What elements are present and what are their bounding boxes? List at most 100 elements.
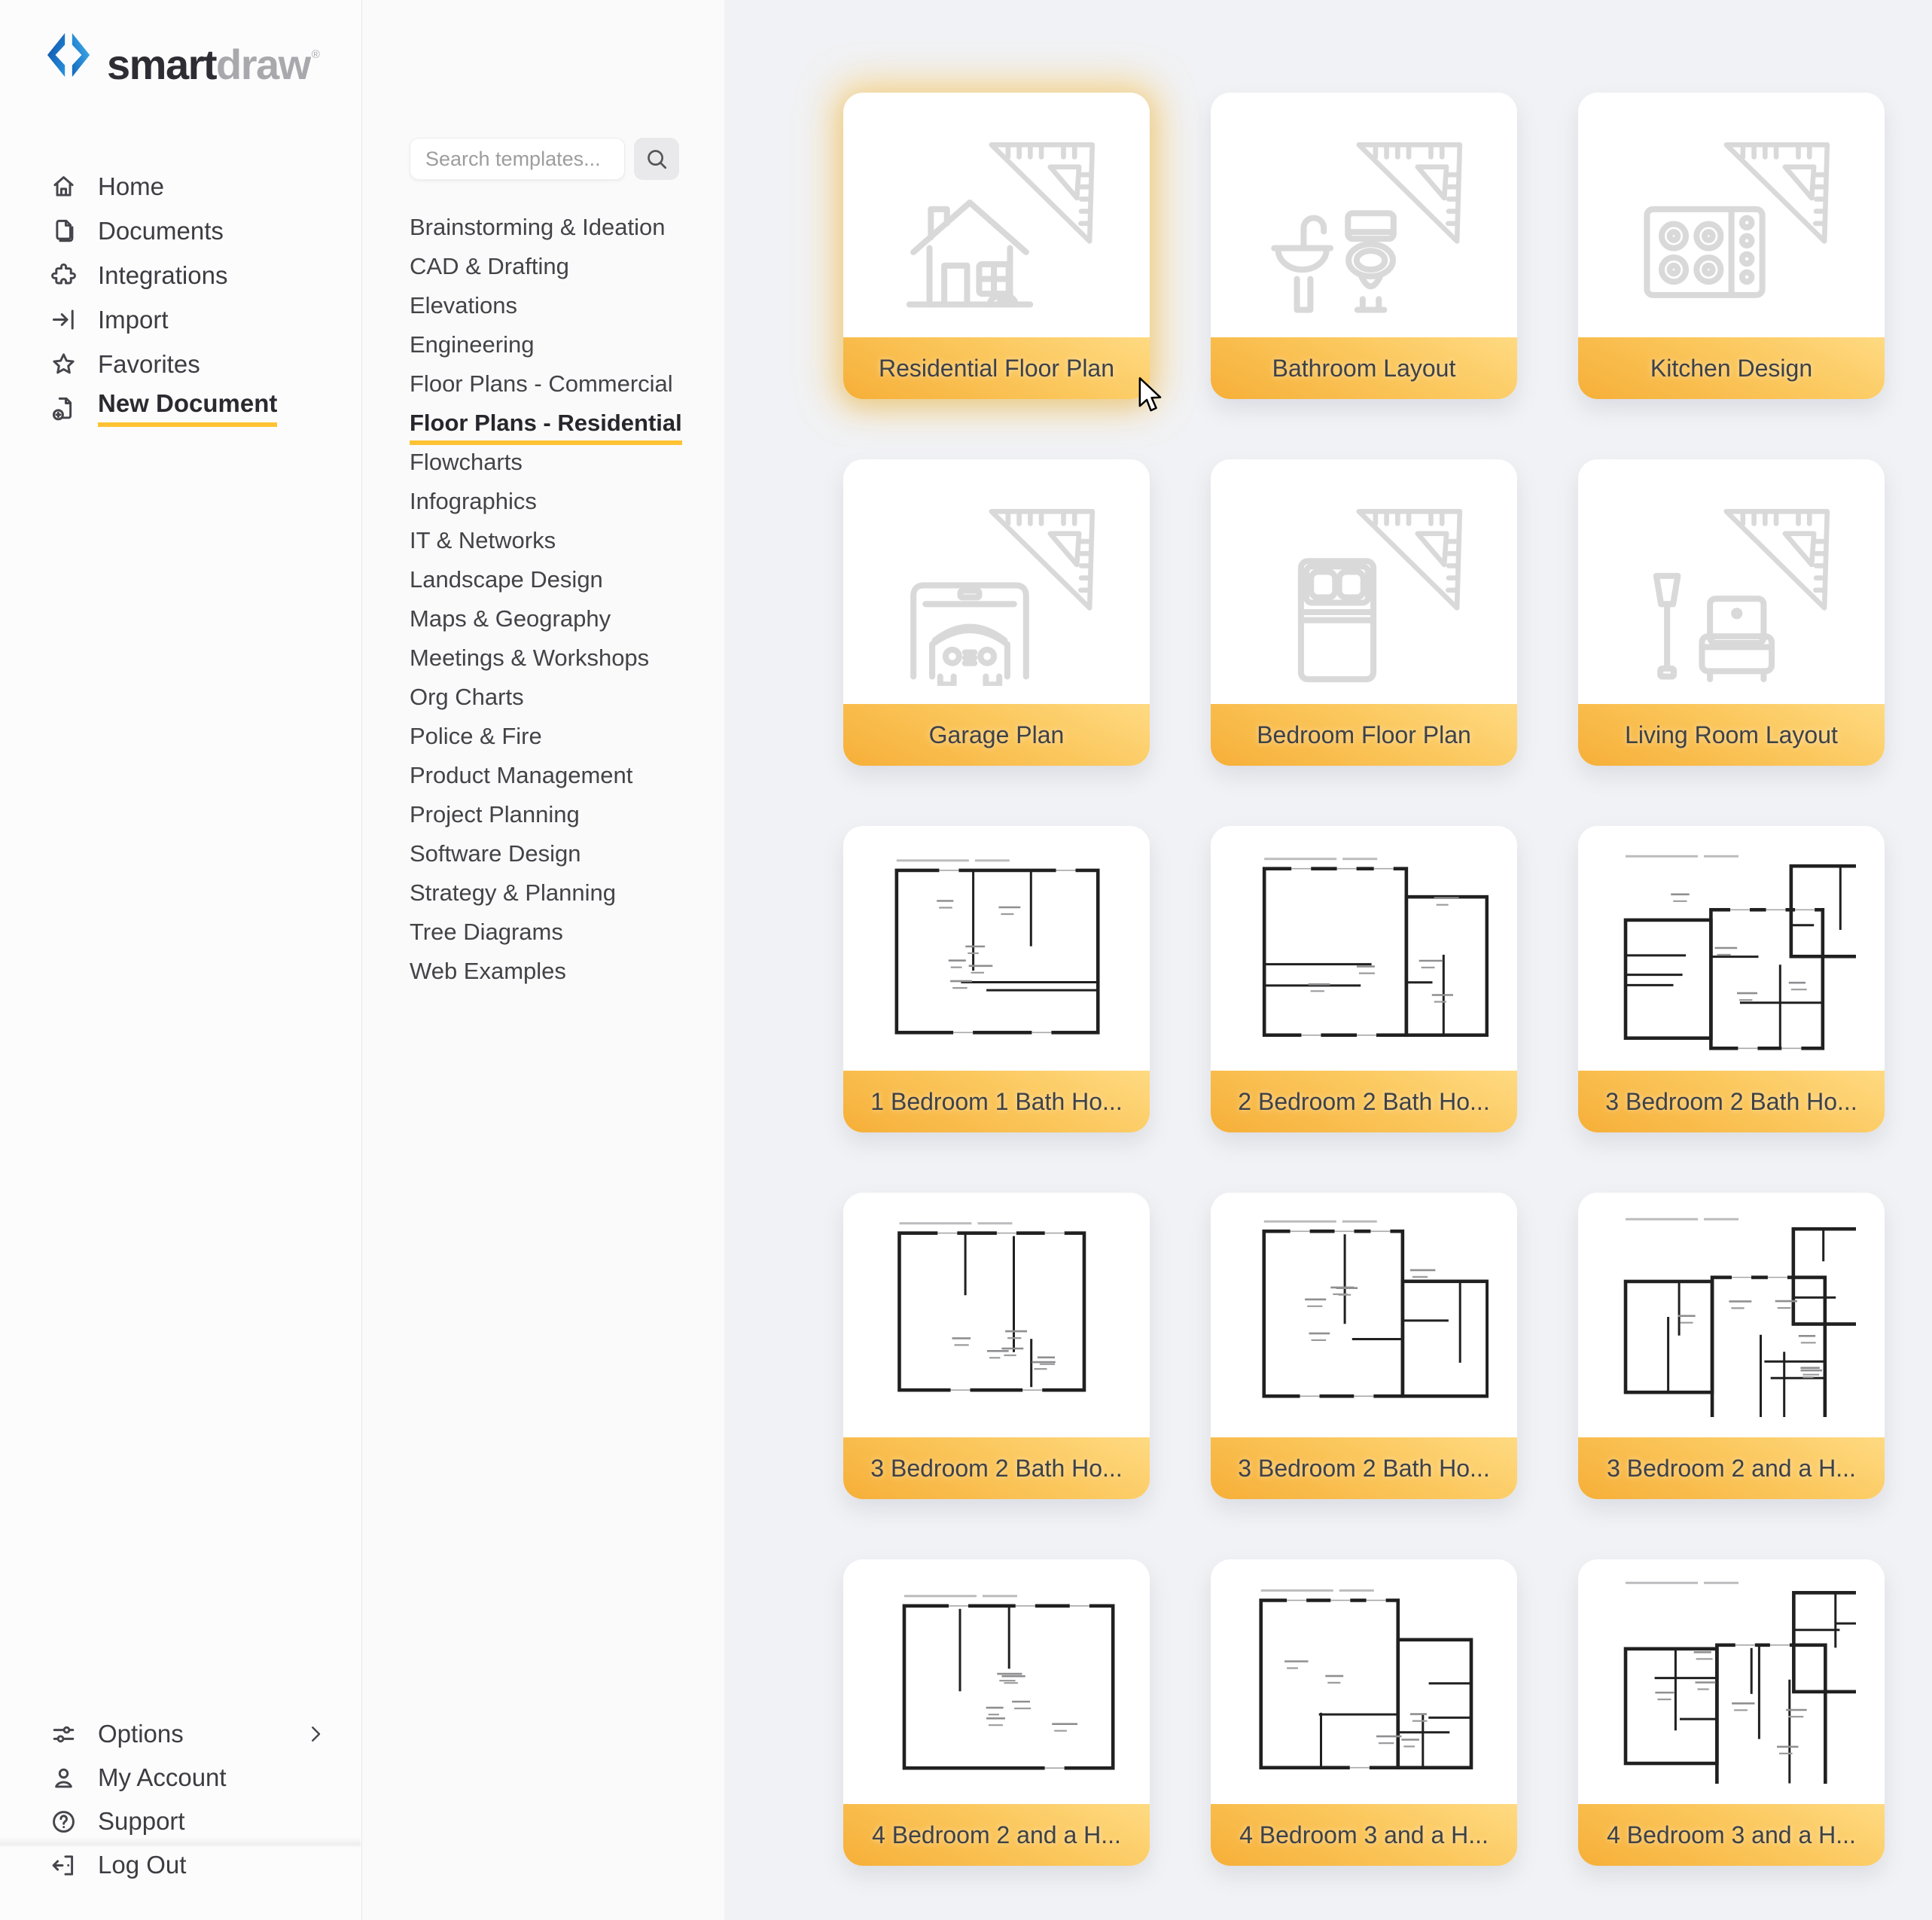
sidebar-item-new-document[interactable]: New Document: [0, 386, 361, 431]
template-card-label: Bedroom Floor Plan: [1211, 704, 1517, 766]
sidebar-item-import[interactable]: Import: [0, 297, 361, 342]
sidebar-item-label: Integrations: [98, 262, 227, 289]
category-item-floor-plans-residential[interactable]: Floor Plans - Residential: [410, 404, 682, 443]
template-preview: [1211, 459, 1517, 704]
category-item-police-fire[interactable]: Police & Fire: [410, 717, 682, 756]
template-preview: [843, 1559, 1150, 1804]
floorplan-thumbnail: [1607, 1199, 1856, 1417]
category-item-engineering[interactable]: Engineering: [410, 325, 682, 364]
template-card-1-bedroom-1-bath-ho[interactable]: 1 Bedroom 1 Bath Ho...: [843, 826, 1150, 1132]
category-item-elevations[interactable]: Elevations: [410, 286, 682, 325]
category-item-software-design[interactable]: Software Design: [410, 834, 682, 873]
template-card-4-bedroom-2-and-a-h[interactable]: 4 Bedroom 2 and a H...: [843, 1559, 1150, 1866]
template-card-label: 4 Bedroom 3 and a H...: [1578, 1804, 1885, 1866]
category-item-it-networks[interactable]: IT & Networks: [410, 521, 682, 560]
smartdraw-logo-icon: [45, 32, 92, 78]
template-card-kitchen-design[interactable]: Kitchen Design: [1578, 93, 1885, 399]
category-item-label: Meetings & Workshops: [410, 645, 649, 671]
template-card-residential-floor-plan[interactable]: Residential Floor Plan: [843, 93, 1150, 399]
template-preview: [843, 1193, 1150, 1437]
category-item-landscape-design[interactable]: Landscape Design: [410, 560, 682, 599]
footer-divider: [0, 1837, 361, 1847]
template-card-2-bedroom-2-bath-ho[interactable]: 2 Bedroom 2 Bath Ho...: [1211, 826, 1517, 1132]
floorplan-thumbnail: [873, 1199, 1121, 1417]
category-item-label: Org Charts: [410, 684, 524, 710]
category-item-label: Maps & Geography: [410, 605, 611, 632]
template-card-bedroom-floor-plan[interactable]: Bedroom Floor Plan: [1211, 459, 1517, 766]
category-item-label: Elevations: [410, 292, 517, 318]
template-card-living-room-layout[interactable]: Living Room Layout: [1578, 459, 1885, 766]
template-card-label: Residential Floor Plan: [843, 337, 1150, 399]
template-preview: [1578, 93, 1885, 337]
template-card-label: 4 Bedroom 3 and a H...: [1211, 1804, 1517, 1866]
sidebar-footer: OptionsMy AccountSupportLog Out: [0, 1712, 361, 1887]
template-card-3-bedroom-2-bath-ho[interactable]: 3 Bedroom 2 Bath Ho...: [843, 1193, 1150, 1499]
category-item-label: Police & Fire: [410, 723, 542, 749]
sidebar-item-integrations[interactable]: Integrations: [0, 253, 361, 297]
account-icon: [50, 1764, 78, 1792]
category-item-label: Software Design: [410, 840, 581, 867]
floorplan-thumbnail: [1607, 832, 1856, 1050]
search-button[interactable]: [634, 138, 679, 180]
category-item-label: Project Planning: [410, 801, 580, 827]
logout-icon: [50, 1851, 78, 1879]
new-document-icon: [50, 395, 78, 422]
app-logo[interactable]: smartdraw®: [45, 32, 318, 88]
sidebar-item-label: Home: [98, 173, 164, 200]
template-card-garage-plan[interactable]: Garage Plan: [843, 459, 1150, 766]
category-item-label: Engineering: [410, 331, 534, 358]
category-item-cad-drafting[interactable]: CAD & Drafting: [410, 247, 682, 286]
category-item-tree-diagrams[interactable]: Tree Diagrams: [410, 913, 682, 952]
template-card-label: 3 Bedroom 2 Bath Ho...: [1211, 1437, 1517, 1499]
integrations-icon: [50, 261, 78, 289]
sidebar-item-favorites[interactable]: Favorites: [0, 342, 361, 386]
sidebar-item-label: My Account: [98, 1764, 227, 1791]
category-item-strategy-planning[interactable]: Strategy & Planning: [410, 873, 682, 913]
sofa-lamp-icon: [1631, 538, 1778, 686]
category-item-org-charts[interactable]: Org Charts: [410, 678, 682, 717]
search-input[interactable]: [410, 138, 625, 180]
floorplan-thumbnail: [1240, 1199, 1489, 1417]
smartdraw-wordmark: smartdraw®: [107, 32, 318, 88]
category-item-brainstorming-ideation[interactable]: Brainstorming & Ideation: [410, 208, 682, 247]
category-item-label: Infographics: [410, 488, 537, 514]
template-card-bathroom-layout[interactable]: Bathroom Layout: [1211, 93, 1517, 399]
bathroom-icon: [1263, 172, 1411, 319]
category-item-product-management[interactable]: Product Management: [410, 756, 682, 795]
category-item-floor-plans-commercial[interactable]: Floor Plans - Commercial: [410, 364, 682, 404]
category-item-project-planning[interactable]: Project Planning: [410, 795, 682, 834]
template-card-3-bedroom-2-and-a-h[interactable]: 3 Bedroom 2 and a H...: [1578, 1193, 1885, 1499]
template-preview: [843, 459, 1150, 704]
sidebar-item-log-out[interactable]: Log Out: [0, 1843, 361, 1887]
sidebar-item-label: Log Out: [98, 1851, 186, 1879]
category-item-label: Web Examples: [410, 958, 566, 984]
favorites-icon: [50, 350, 78, 378]
sidebar-item-label: Options: [98, 1720, 184, 1748]
category-item-label: Brainstorming & Ideation: [410, 214, 665, 240]
template-card-label: Kitchen Design: [1578, 337, 1885, 399]
kitchen-icon: [1631, 172, 1778, 319]
documents-icon: [50, 217, 78, 245]
garage-icon: [896, 538, 1044, 686]
template-card-4-bedroom-3-and-a-h[interactable]: 4 Bedroom 3 and a H...: [1578, 1559, 1885, 1866]
template-preview: [1211, 1193, 1517, 1437]
template-card-3-bedroom-2-bath-ho[interactable]: 3 Bedroom 2 Bath Ho...: [1211, 1193, 1517, 1499]
template-card-label: 3 Bedroom 2 and a H...: [1578, 1437, 1885, 1499]
registered-mark: ®: [312, 48, 319, 61]
sidebar-item-options[interactable]: Options: [0, 1712, 361, 1756]
template-card-4-bedroom-3-and-a-h[interactable]: 4 Bedroom 3 and a H...: [1211, 1559, 1517, 1866]
sidebar-nav: Home Documents Integrations ImportFavorites…: [0, 164, 361, 431]
template-card-label: Bathroom Layout: [1211, 337, 1517, 399]
floorplan-thumbnail: [1607, 1565, 1856, 1784]
category-item-meetings-workshops[interactable]: Meetings & Workshops: [410, 638, 682, 678]
sidebar-item-documents[interactable]: Documents: [0, 209, 361, 253]
category-item-web-examples[interactable]: Web Examples: [410, 952, 682, 991]
template-card-label: 4 Bedroom 2 and a H...: [843, 1804, 1150, 1866]
house-icon: [896, 172, 1044, 319]
sidebar-item-home[interactable]: Home: [0, 164, 361, 209]
category-item-maps-geography[interactable]: Maps & Geography: [410, 599, 682, 638]
sidebar-item-my-account[interactable]: My Account: [0, 1756, 361, 1800]
template-card-3-bedroom-2-bath-ho[interactable]: 3 Bedroom 2 Bath Ho...: [1578, 826, 1885, 1132]
category-item-flowcharts[interactable]: Flowcharts: [410, 443, 682, 482]
category-item-infographics[interactable]: Infographics: [410, 482, 682, 521]
